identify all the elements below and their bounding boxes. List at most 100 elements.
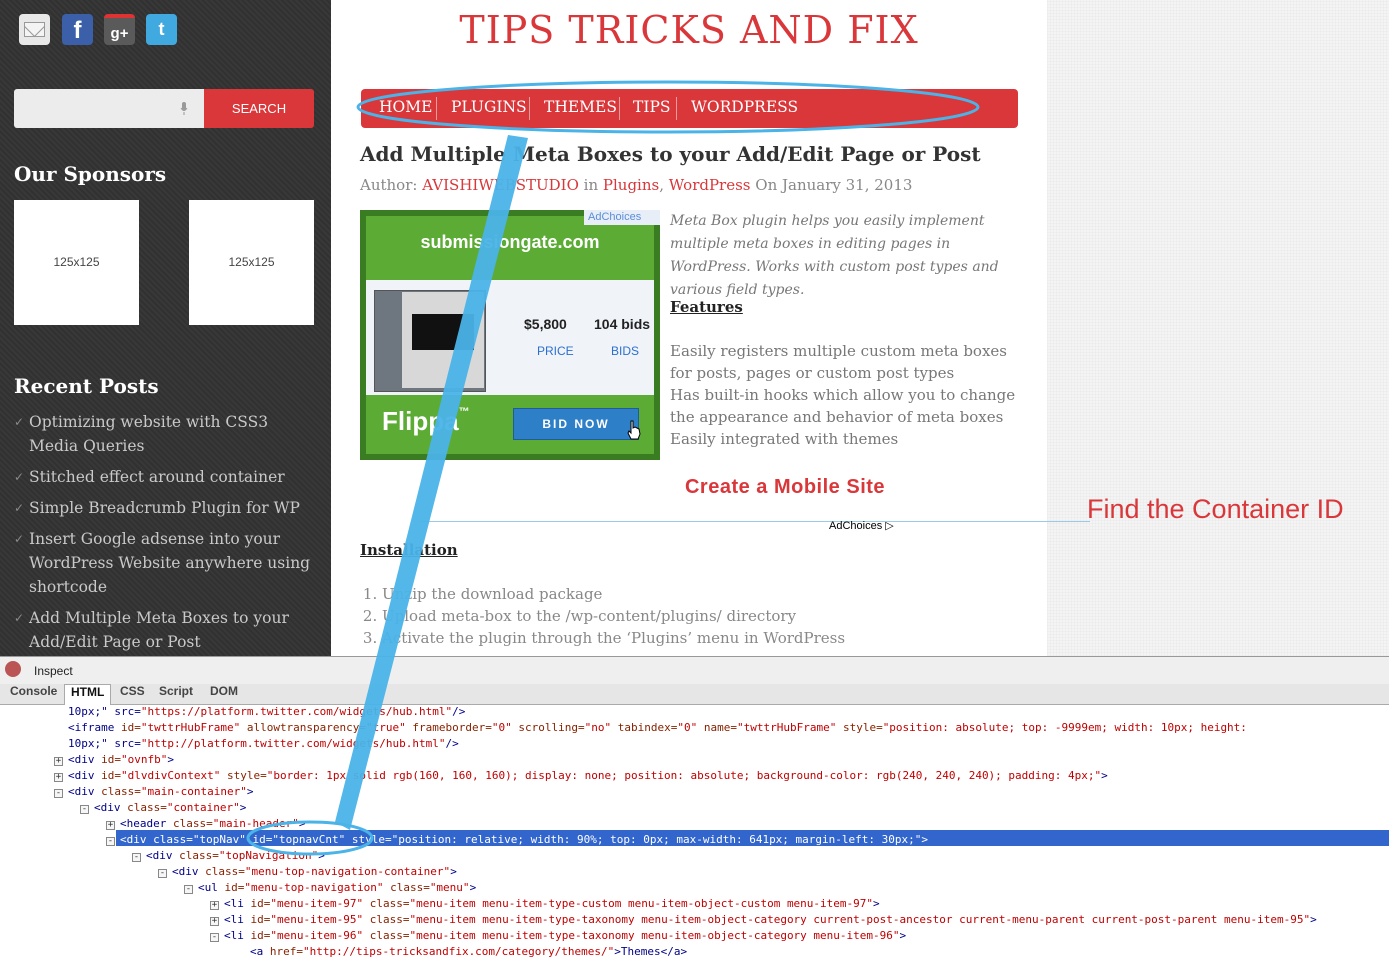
devtools-toolbar [0, 657, 1389, 685]
tab-console[interactable]: Console [4, 684, 63, 704]
recent-post-link[interactable]: Simple Breadcrumb Plugin for WP [14, 496, 319, 520]
expand-node-toggle[interactable]: + [54, 773, 63, 782]
recent-post-link[interactable]: Insert Google adsense into your WordPres… [14, 527, 319, 599]
ad-screenshot-image [412, 314, 474, 350]
tab-html[interactable]: HTML [64, 684, 112, 705]
nav-item-home[interactable]: HOME [379, 89, 432, 128]
expand-node-toggle[interactable]: + [54, 757, 63, 766]
adchoices-label[interactable]: AdChoices ▷ [829, 519, 894, 532]
tab-dom[interactable]: DOM [204, 684, 244, 704]
html-node-line[interactable]: <ul id="menu-top-navigation" class="menu… [198, 881, 1389, 897]
page-background [1047, 0, 1389, 656]
recent-post-link[interactable]: Optimizing website with CSS3 Media Queri… [14, 410, 319, 458]
expand-node-toggle[interactable]: + [210, 901, 219, 910]
tab-script[interactable]: Script [153, 684, 199, 704]
html-node-line[interactable]: <iframe id="twttrHubFrame" allowtranspar… [68, 721, 1389, 737]
ad-bids-label: BIDS [611, 344, 640, 358]
nav-divider [529, 97, 530, 120]
nav-divider [619, 97, 620, 120]
google-plus-icon[interactable]: g+ [104, 14, 135, 45]
html-node-line[interactable]: <div id="ovnfb"> [68, 753, 1389, 769]
html-node-line[interactable]: <div class="topNavigation"> [146, 849, 1389, 865]
html-node-line[interactable]: <a href="http://tips-tricksandfix.com/ca… [250, 945, 1389, 961]
ad-bids: 104 bids [594, 316, 651, 332]
collapse-node-toggle[interactable]: - [106, 837, 115, 846]
installation-step: Activate the plugin through the ‘Plugins… [382, 627, 1000, 649]
installation-heading: Installation [360, 541, 458, 559]
feature-item: Easily integrated with themes [670, 430, 899, 448]
collapse-node-toggle[interactable]: - [80, 805, 89, 814]
author-link[interactable]: AVISHIWEBSTUDIO [422, 176, 579, 194]
trademark-symbol: ™ [458, 406, 470, 418]
html-node-line[interactable]: <div class="menu-top-navigation-containe… [172, 865, 1389, 881]
html-node-line[interactable]: <div id="dlvdivContext" style="border: 1… [68, 769, 1389, 785]
collapse-node-toggle[interactable]: - [132, 853, 141, 862]
nav-item-plugins[interactable]: PLUGINS [451, 89, 527, 128]
nav-divider [436, 97, 437, 120]
installation-list: Unzip the download package Upload meta-b… [360, 583, 1000, 649]
hand-cursor-icon [627, 420, 641, 440]
recent-post-link[interactable]: Add Multiple Meta Boxes to your Add/Edit… [14, 606, 319, 654]
html-node-line[interactable]: <div class="container"> [94, 801, 1389, 817]
html-node-line[interactable]: 10px;" src="https://platform.twitter.com… [68, 705, 1389, 721]
facebook-icon[interactable]: f [62, 14, 93, 45]
post-title[interactable]: Add Multiple Meta Boxes to your Add/Edit… [360, 142, 981, 166]
author-label: Author: [360, 176, 423, 194]
top-navigation: HOME PLUGINS THEMES TIPS WORDPRESS [361, 89, 1018, 128]
html-node-line[interactable]: 10px;" src="http://platform.twitter.com/… [68, 737, 1389, 753]
installation-step: Upload meta-box to the /wp-content/plugi… [382, 605, 1000, 627]
flippa-ad[interactable]: AdChoices submissiongate.com $5,800 104 … [360, 210, 660, 460]
expand-node-toggle[interactable]: + [210, 917, 219, 926]
search-input[interactable] [14, 89, 204, 128]
annotation-label: Find the Container ID [1087, 494, 1344, 524]
in-label: in [578, 176, 603, 194]
flippa-logo-text: Flippa [382, 406, 459, 436]
tab-css[interactable]: CSS [114, 684, 151, 704]
adchoices-text[interactable]: AdChoices [829, 520, 882, 532]
collapse-node-toggle[interactable]: - [184, 885, 193, 894]
nav-divider [676, 97, 677, 120]
html-node-line[interactable]: <header class="main-header"> [120, 817, 1389, 833]
collapse-node-toggle[interactable]: - [210, 933, 219, 942]
flippa-logo: Flippa™ [382, 406, 470, 437]
html-node-line[interactable]: <li id="menu-item-97" class="menu-item m… [224, 897, 1389, 913]
html-node-line[interactable]: <li id="menu-item-96" class="menu-item m… [224, 929, 1389, 945]
bid-now-button[interactable]: BID NOW [513, 408, 639, 440]
ad-price-label: PRICE [537, 344, 574, 358]
category-link-plugins[interactable]: Plugins [603, 176, 659, 194]
sponsors-heading: Our Sponsors [14, 162, 167, 186]
microphone-icon[interactable] [180, 102, 188, 115]
category-link-wordpress[interactable]: WordPress [669, 176, 751, 194]
recent-posts-list: Optimizing website with CSS3 Media Queri… [14, 410, 319, 661]
sponsor-ad-slot[interactable]: 125x125 [189, 200, 314, 325]
email-icon[interactable] [19, 14, 50, 45]
nav-item-themes[interactable]: THEMES [544, 89, 617, 128]
ad-price: $5,800 [524, 316, 567, 332]
nav-item-wordpress[interactable]: WORDPRESS [691, 89, 798, 128]
ad-domain: submissiongate.com [420, 232, 600, 252]
search-button[interactable]: SEARCH [204, 89, 314, 128]
adchoices-icon: ▷ [885, 520, 894, 532]
nav-item-tips[interactable]: TIPS [633, 89, 671, 128]
post-excerpt: Meta Box plugin helps you easily impleme… [670, 213, 999, 298]
html-node-line[interactable]: <li id="menu-item-95" class="menu-item m… [224, 913, 1389, 929]
expand-node-toggle[interactable]: + [106, 821, 115, 830]
sponsor-ad-slot[interactable]: 125x125 [14, 200, 139, 325]
recent-post-link[interactable]: Stitched effect around container [14, 465, 319, 489]
meta-separator: , [659, 176, 669, 194]
site-title[interactable]: TIPS TRICKS AND FIX [331, 8, 1047, 52]
annotation-connector-line [420, 521, 1090, 522]
adchoices-badge[interactable]: AdChoices [584, 210, 660, 225]
firebug-icon[interactable] [5, 661, 21, 677]
features-list: Easily registers multiple custom meta bo… [670, 340, 1018, 450]
collapse-node-toggle[interactable]: - [54, 789, 63, 798]
twitter-icon[interactable]: t [146, 14, 177, 45]
post-meta: Author: AVISHIWEBSTUDIO in Plugins, Word… [360, 176, 912, 194]
html-node-line[interactable]: <div class="topNav" id="topnavCnt" style… [120, 833, 1389, 849]
inspect-button[interactable]: Inspect [34, 664, 73, 678]
feature-item: Has built-in hooks which allow you to ch… [670, 386, 1016, 426]
html-node-line[interactable]: <div class="main-container"> [68, 785, 1389, 801]
installation-step: Unzip the download package [382, 583, 1000, 605]
feature-item: Easily registers multiple custom meta bo… [670, 342, 1007, 382]
collapse-node-toggle[interactable]: - [158, 869, 167, 878]
